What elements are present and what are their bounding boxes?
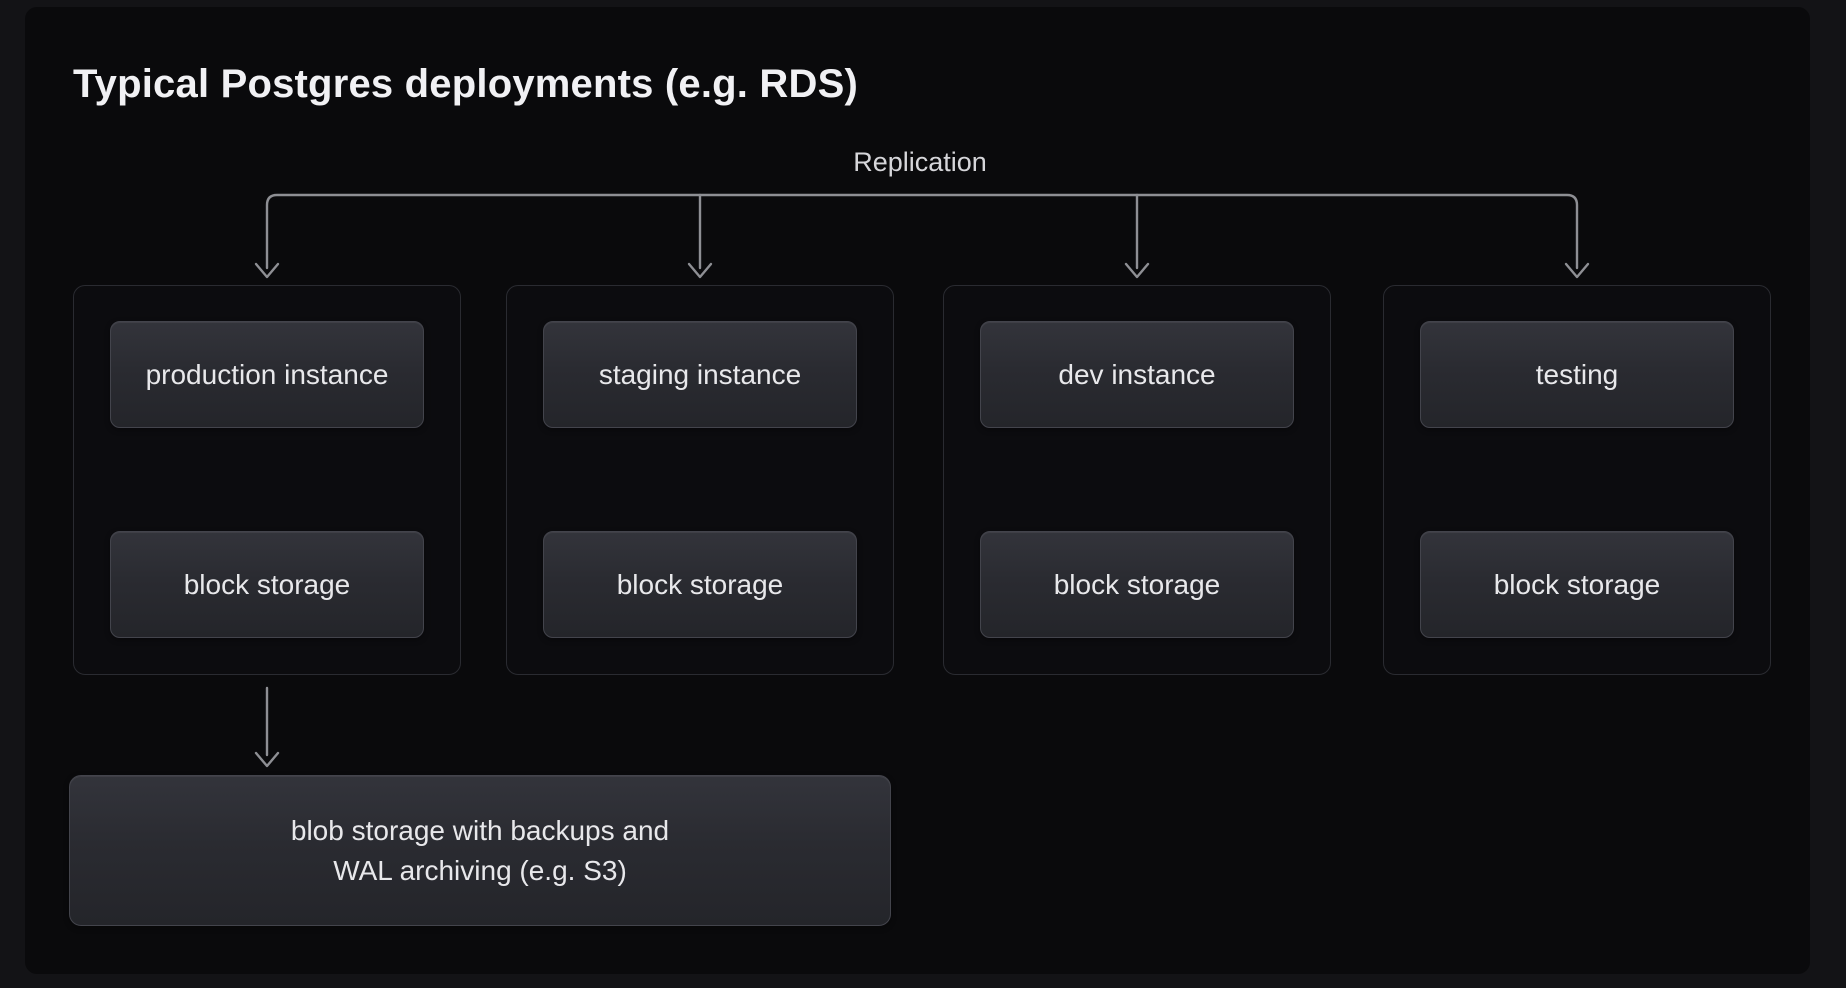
- testing-instance-node: testing: [1420, 321, 1734, 428]
- staging-block-storage-node: block storage: [543, 531, 857, 638]
- testing-instance-label: testing: [1536, 359, 1619, 391]
- testing-block-storage-label: block storage: [1494, 569, 1661, 601]
- production-instance-label: production instance: [146, 359, 389, 391]
- diagram-title: Typical Postgres deployments (e.g. RDS): [73, 62, 858, 107]
- diagram-canvas: Typical Postgres deployments (e.g. RDS) …: [0, 0, 1846, 988]
- dev-block-storage-label: block storage: [1054, 569, 1221, 601]
- dev-instance-node: dev instance: [980, 321, 1294, 428]
- production-block-storage-node: block storage: [110, 531, 424, 638]
- dev-block-storage-node: block storage: [980, 531, 1294, 638]
- deployment-group-testing: testing block storage: [1383, 285, 1771, 675]
- blob-storage-line1: blob storage with backups and: [291, 811, 669, 851]
- staging-block-storage-label: block storage: [617, 569, 784, 601]
- blob-storage-line2: WAL archiving (e.g. S3): [333, 851, 627, 891]
- replication-label: Replication: [770, 147, 1070, 178]
- testing-block-storage-node: block storage: [1420, 531, 1734, 638]
- staging-instance-label: staging instance: [599, 359, 801, 391]
- dev-instance-label: dev instance: [1058, 359, 1215, 391]
- deployment-group-dev: dev instance block storage: [943, 285, 1331, 675]
- deployment-group-production: production instance block storage: [73, 285, 461, 675]
- staging-instance-node: staging instance: [543, 321, 857, 428]
- production-instance-node: production instance: [110, 321, 424, 428]
- blob-storage-node: blob storage with backups and WAL archiv…: [69, 775, 891, 926]
- deployment-group-staging: staging instance block storage: [506, 285, 894, 675]
- production-block-storage-label: block storage: [184, 569, 351, 601]
